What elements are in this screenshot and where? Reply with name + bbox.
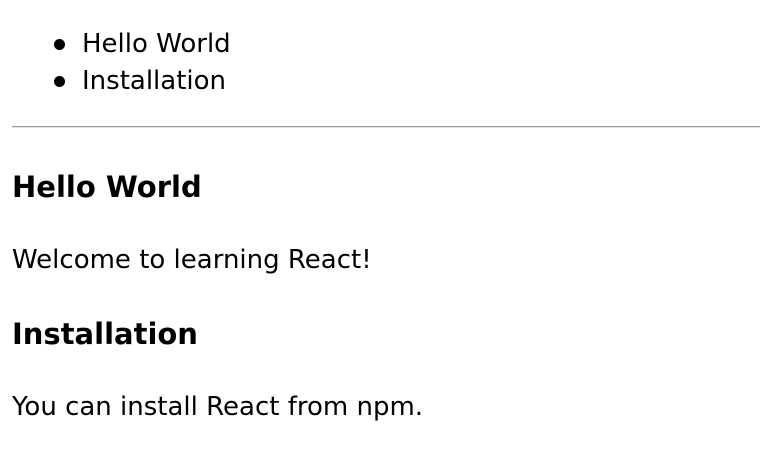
- toc-item-label[interactable]: Hello World: [82, 29, 231, 59]
- bullet-icon: [54, 39, 65, 50]
- toc-item-installation[interactable]: Installation: [54, 63, 231, 100]
- bullet-icon: [54, 76, 65, 87]
- table-of-contents: Hello World Installation: [44, 26, 231, 100]
- horizontal-divider: [12, 126, 760, 128]
- toc-item-hello-world[interactable]: Hello World: [54, 26, 231, 63]
- section-heading-installation: Installation: [12, 317, 198, 351]
- section-content-hello-world: Welcome to learning React!: [12, 245, 372, 275]
- section-content-installation: You can install React from npm.: [12, 392, 424, 422]
- section-heading-hello-world: Hello World: [12, 170, 202, 204]
- page: { "nav": { "items": [ {"label": "Hello W…: [0, 0, 767, 455]
- toc-item-label[interactable]: Installation: [82, 66, 226, 96]
